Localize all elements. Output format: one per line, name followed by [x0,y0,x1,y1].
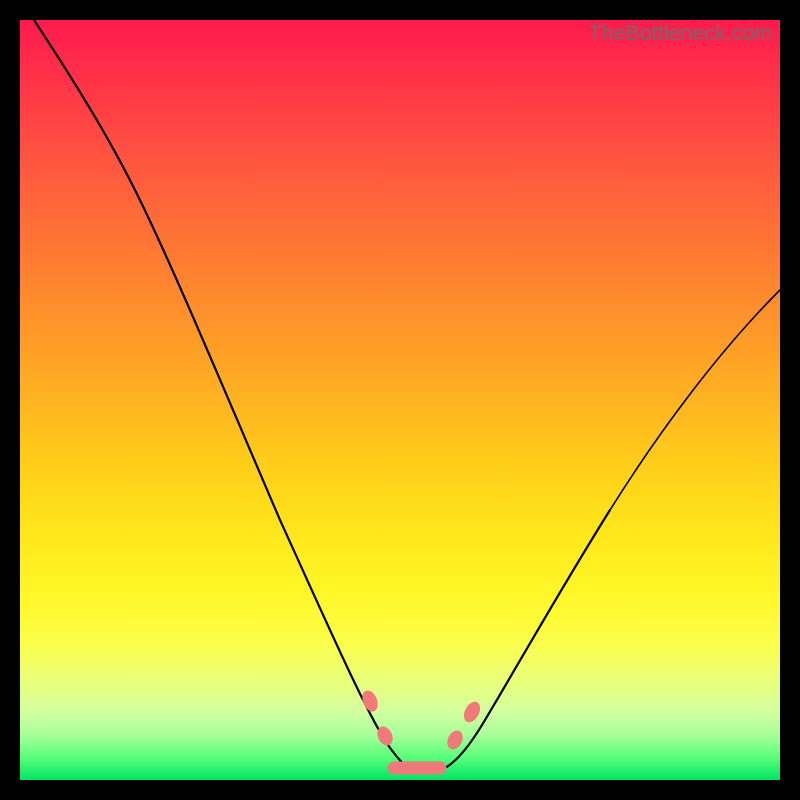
right-dot-upper [461,699,484,725]
right-dot-lower [444,728,465,752]
right-curve-lower [436,510,610,772]
curves-layer [20,20,780,780]
right-curve-upper [610,290,780,510]
plot-area: TheBottleneck.com [20,20,780,780]
left-curve [34,20,418,772]
chart-frame: TheBottleneck.com [0,0,800,800]
